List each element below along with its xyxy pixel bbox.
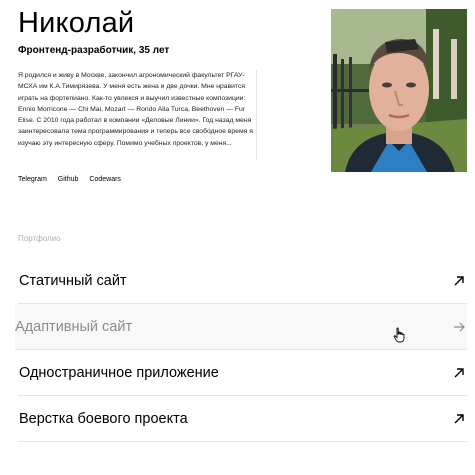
codewars-link[interactable]: Codewars (89, 176, 121, 183)
bio-text: Я родился и живу в Москве, закончил агро… (18, 72, 253, 147)
arrow-right-icon (454, 322, 465, 331)
portfolio-item-spa[interactable]: Одностраничное приложение (18, 350, 467, 396)
arrow-up-right-icon (454, 275, 464, 285)
portfolio-item-label: Верстка боевого проекта (19, 410, 188, 427)
portfolio-item-label: Статичный сайт (19, 272, 127, 289)
profile-photo (331, 9, 467, 172)
hand-cursor-icon (393, 327, 405, 343)
portfolio-item-label: Одностраничное приложение (19, 364, 219, 381)
portfolio-list: Статичный сайт Адаптивный сайт Одностран… (15, 258, 467, 442)
arrow-up-right-icon (454, 413, 464, 423)
portfolio-item-static-site[interactable]: Статичный сайт (18, 258, 467, 304)
arrow-up-right-icon (454, 367, 464, 377)
profile-subtitle: Фронтенд-разработчик, 35 лет (18, 45, 170, 56)
github-link[interactable]: Github (58, 176, 79, 183)
profile-bio: Я родился и живу в Москве, закончил агро… (18, 70, 257, 160)
telegram-link[interactable]: Telegram (18, 176, 47, 183)
portfolio-item-label: Адаптивный сайт (15, 318, 133, 335)
portfolio-heading: Портфолио (18, 234, 61, 243)
profile-name: Николай (18, 7, 135, 39)
portfolio-item-real-project[interactable]: Верстка боевого проекта (18, 396, 467, 442)
profile-photo-image (331, 9, 467, 172)
social-links: Telegram Github Codewars (18, 176, 121, 183)
